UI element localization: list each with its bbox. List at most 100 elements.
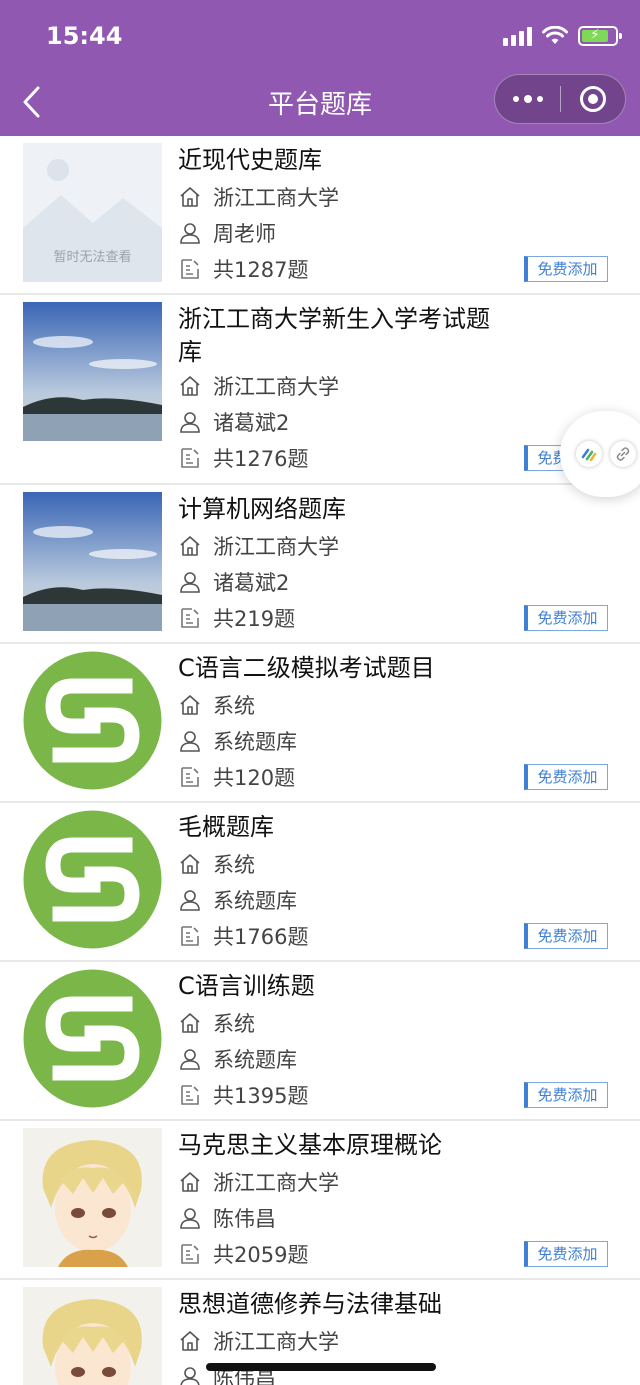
teacher-row: 诸葛斌2 <box>178 407 289 437</box>
green-g-logo <box>23 651 162 790</box>
home-icon <box>180 1331 200 1351</box>
home-icon <box>180 536 200 556</box>
school-name: 浙江工商大学 <box>213 535 339 559</box>
list-item[interactable]: 马克思主义基本原理概论 浙江工商大学 陈伟昌 共2059题 免费添加 <box>0 1121 640 1280</box>
school-name: 浙江工商大学 <box>213 1330 339 1354</box>
free-add-button[interactable]: 免费添加 <box>524 764 608 790</box>
user-icon <box>180 1049 200 1070</box>
user-icon <box>180 1208 200 1229</box>
landscape-thumbnail <box>23 492 162 631</box>
green-g-logo <box>23 810 162 949</box>
count-row: 共219题 <box>178 603 295 633</box>
document-edit-icon <box>181 1244 199 1264</box>
list-item[interactable]: C语言二级模拟考试题目 系统 系统题库 共120题 免费添加 <box>0 644 640 803</box>
home-icon <box>180 854 200 874</box>
green-g-logo <box>23 969 162 1108</box>
teacher-name: 系统题库 <box>213 1048 297 1072</box>
landscape-thumbnail <box>23 302 162 441</box>
school-row: 浙江工商大学 <box>178 182 339 212</box>
school-row: 浙江工商大学 <box>178 371 339 401</box>
count-row: 共1287题 <box>178 254 308 284</box>
free-add-button[interactable]: 免费添加 <box>524 605 608 631</box>
count-row: 共1766题 <box>178 921 308 951</box>
free-add-button[interactable]: 免费添加 <box>524 1082 608 1108</box>
user-icon <box>180 890 200 911</box>
school-name: 系统 <box>213 1012 255 1036</box>
school-row: 浙江工商大学 <box>178 531 339 561</box>
app-logo-icon <box>576 441 602 467</box>
teacher-name: 系统题库 <box>213 730 297 754</box>
list-item[interactable]: 暂时无法查看 近现代史题库 浙江工商大学 周老师 共1287题 免费添加 <box>0 136 640 295</box>
teacher-row: 系统题库 <box>178 1044 297 1074</box>
wifi-icon <box>542 26 568 44</box>
question-count: 共1766题 <box>213 925 309 949</box>
question-bank-list: 暂时无法查看 近现代史题库 浙江工商大学 周老师 共1287题 免费添加 浙江工… <box>0 136 640 1385</box>
item-title: 思想道德修养与法律基础 <box>178 1290 442 1318</box>
question-count: 共219题 <box>213 607 296 631</box>
home-indicator <box>206 1363 436 1371</box>
document-edit-icon <box>181 608 199 628</box>
document-edit-icon <box>181 448 199 468</box>
teacher-row: 诸葛斌2 <box>178 567 289 597</box>
home-icon <box>180 187 200 207</box>
target-icon <box>579 86 606 112</box>
user-icon <box>180 572 200 593</box>
item-title: 计算机网络题库 <box>178 495 346 523</box>
item-title: 近现代史题库 <box>178 146 322 174</box>
question-count: 共2059题 <box>213 1243 309 1267</box>
item-title: 马克思主义基本原理概论 <box>178 1131 442 1159</box>
school-name: 系统 <box>213 853 255 877</box>
miniprogram-capsule <box>494 74 626 124</box>
school-row: 浙江工商大学 <box>178 1167 339 1197</box>
document-edit-icon <box>181 259 199 279</box>
document-edit-icon <box>181 1085 199 1105</box>
item-title: C语言二级模拟考试题目 <box>178 654 435 682</box>
teacher-name: 陈伟昌 <box>213 1207 276 1231</box>
header-bar: 15:44 ⚡ 平台题库 <box>0 0 640 136</box>
school-name: 浙江工商大学 <box>213 375 339 399</box>
school-name: 浙江工商大学 <box>213 186 339 210</box>
home-icon <box>180 1013 200 1033</box>
school-row: 系统 <box>178 849 255 879</box>
list-item[interactable]: 计算机网络题库 浙江工商大学 诸葛斌2 共219题 免费添加 <box>0 485 640 644</box>
status-icons: ⚡ <box>503 26 622 46</box>
home-icon <box>180 1172 200 1192</box>
school-name: 系统 <box>213 694 255 718</box>
teacher-name: 周老师 <box>213 222 276 246</box>
count-row: 共1395题 <box>178 1080 308 1110</box>
home-icon <box>180 695 200 715</box>
close-miniprogram-button[interactable] <box>561 74 625 124</box>
item-title: 浙江工商大学新生入学考试题库 <box>178 305 490 366</box>
anime-avatar-thumbnail <box>23 1128 162 1267</box>
school-name: 浙江工商大学 <box>213 1171 339 1195</box>
user-icon <box>180 731 200 752</box>
teacher-name: 系统题库 <box>213 889 297 913</box>
teacher-name: 诸葛斌2 <box>213 571 290 595</box>
list-item[interactable]: 浙江工商大学新生入学考试题库 浙江工商大学 诸葛斌2 共1276题 免费添加 <box>0 295 640 485</box>
list-item[interactable]: 毛概题库 系统 系统题库 共1766题 免费添加 <box>0 803 640 962</box>
school-row: 系统 <box>178 690 255 720</box>
document-edit-icon <box>181 767 199 787</box>
teacher-row: 周老师 <box>178 218 276 248</box>
anime-avatar-thumbnail <box>23 1287 162 1385</box>
free-add-button[interactable]: 免费添加 <box>524 256 608 282</box>
free-add-button[interactable]: 免费添加 <box>524 1241 608 1267</box>
list-item[interactable]: C语言训练题 系统 系统题库 共1395题 免费添加 <box>0 962 640 1121</box>
thumbnail-placeholder: 暂时无法查看 <box>23 143 162 282</box>
question-count: 共120题 <box>213 766 296 790</box>
placeholder-text: 暂时无法查看 <box>53 250 132 265</box>
battery-icon: ⚡ <box>578 26 622 46</box>
school-row: 系统 <box>178 1008 255 1038</box>
link-icon[interactable] <box>610 441 636 467</box>
free-add-button[interactable]: 免费添加 <box>524 923 608 949</box>
user-icon <box>180 412 200 433</box>
question-count: 共1287题 <box>213 258 309 282</box>
teacher-name: 诸葛斌2 <box>213 411 290 435</box>
teacher-row: 系统题库 <box>178 885 297 915</box>
home-icon <box>180 376 200 396</box>
floating-share-widget[interactable] <box>560 411 640 497</box>
question-count: 共1395题 <box>213 1084 309 1108</box>
count-row: 共1276题 <box>178 443 308 473</box>
more-menu-button[interactable] <box>495 74 560 124</box>
teacher-row: 系统题库 <box>178 726 297 756</box>
